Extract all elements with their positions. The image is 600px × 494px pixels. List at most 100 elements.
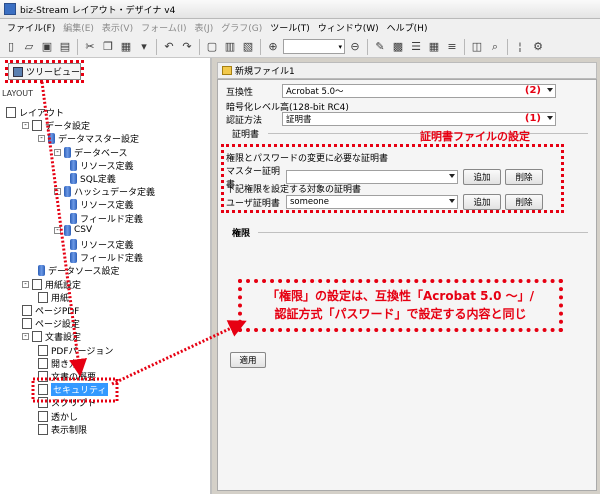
- tree-node[interactable]: 文書の概要: [38, 370, 96, 383]
- tree-node[interactable]: - 用紙設定: [22, 278, 81, 291]
- tree-node-label: 透かし: [51, 412, 79, 423]
- page-icon: [38, 291, 48, 303]
- master-delete-button[interactable]: 削除: [505, 169, 543, 185]
- page-icon[interactable]: ▢: [204, 39, 220, 55]
- settings-icon[interactable]: ⚙: [530, 39, 546, 55]
- tree-node[interactable]: PDFバージョン: [38, 344, 113, 357]
- tree-node[interactable]: リソース定義: [70, 159, 134, 172]
- user-cert-select[interactable]: someone: [286, 195, 458, 209]
- tree-node-label: データベース: [74, 148, 128, 159]
- tree-node[interactable]: - データマスター設定: [38, 132, 139, 145]
- copy-icon[interactable]: ❐: [100, 39, 116, 55]
- align-icon[interactable]: ☰: [408, 39, 424, 55]
- zoom-in-icon[interactable]: ⊕: [265, 39, 281, 55]
- page-icon: [38, 384, 48, 396]
- cert-callout: 証明書ファイルの設定: [420, 130, 530, 143]
- page-next-icon[interactable]: ▧: [240, 39, 256, 55]
- page-icon: [32, 278, 42, 290]
- db-icon: [70, 252, 77, 264]
- tree-node[interactable]: リソース定義: [70, 198, 134, 211]
- table-icon[interactable]: ▦: [426, 39, 442, 55]
- tree-node[interactable]: 透かし: [38, 410, 78, 423]
- menu-item[interactable]: 表示(V): [98, 21, 137, 34]
- tree-node[interactable]: 表示制限: [38, 423, 87, 436]
- tree-node[interactable]: ページPDF: [22, 304, 79, 317]
- search-icon[interactable]: ⌕: [487, 39, 503, 55]
- page-prev-icon[interactable]: ▥: [222, 39, 238, 55]
- tree-node[interactable]: 開き方: [38, 357, 78, 370]
- collapse-icon[interactable]: -: [54, 226, 61, 234]
- collapse-icon[interactable]: -: [22, 333, 29, 341]
- menu-item[interactable]: ヘルプ(H): [383, 21, 432, 34]
- tree-node[interactable]: - CSV: [54, 224, 92, 236]
- auth-annotation: (1): [524, 113, 541, 124]
- menu-item[interactable]: ツール(T): [266, 21, 314, 34]
- collapse-icon[interactable]: -: [22, 280, 29, 288]
- tree-node[interactable]: - 文書設定: [22, 330, 81, 343]
- auth-select[interactable]: 証明書 (1): [282, 112, 556, 126]
- cut-icon[interactable]: ✂: [82, 39, 98, 55]
- edit-icon[interactable]: ✎: [372, 39, 388, 55]
- grid-icon[interactable]: ▩: [390, 39, 406, 55]
- toolbar: ▯ ▱ ▣ ▤ ✂ ❐ ▦ ▾ ↶ ↷ ▢ ▥ ▧ ⊕ ▾ ⊖ ✎ ▩ ☰ ▦ …: [0, 36, 600, 58]
- preview-icon[interactable]: ◫: [469, 39, 485, 55]
- tree-node[interactable]: 用紙: [38, 291, 69, 304]
- document-tab-label: 新規ファイル1: [235, 67, 295, 77]
- tree-node[interactable]: レイアウト: [6, 106, 64, 119]
- collapse-icon[interactable]: -: [54, 188, 61, 196]
- open-folder-icon[interactable]: ▱: [21, 39, 37, 55]
- tree-node[interactable]: フィールド定義: [70, 212, 143, 225]
- perm-group-line: [258, 232, 588, 233]
- undo-icon[interactable]: ↶: [161, 39, 177, 55]
- master-add-button[interactable]: 追加: [463, 169, 501, 185]
- tree-tab-highlight: [5, 60, 84, 83]
- toolbar-separator: [367, 38, 368, 55]
- toolbar-separator: [156, 38, 157, 55]
- menu-item[interactable]: ウィンドウ(W): [314, 21, 383, 34]
- page-icon: [38, 344, 48, 356]
- tree-node[interactable]: スクリプト: [38, 396, 96, 409]
- menu-item[interactable]: グラフ(G): [217, 21, 266, 34]
- tree-node[interactable]: - ハッシュデータ定義: [54, 185, 155, 198]
- tree-root-header: LAYOUT: [2, 89, 33, 98]
- tree-node[interactable]: SQL定義: [70, 172, 116, 185]
- page-icon: [38, 397, 48, 409]
- tree-node-label: リソース定義: [80, 161, 134, 172]
- tree-node[interactable]: - データベース: [54, 146, 128, 159]
- tree-node[interactable]: ページ設定: [22, 317, 80, 330]
- tree-node-label: 文書の概要: [51, 373, 97, 383]
- tree-node[interactable]: フィールド定義: [70, 251, 143, 264]
- tree-node-selected[interactable]: セキュリティ: [38, 383, 109, 397]
- save-icon[interactable]: ▣: [39, 39, 55, 55]
- new-file-icon[interactable]: ▯: [3, 39, 19, 55]
- menu-item[interactable]: 編集(E): [59, 21, 98, 34]
- page-icon: [38, 423, 48, 435]
- paste-icon[interactable]: ▦: [118, 39, 134, 55]
- zoom-out-icon[interactable]: ⊖: [347, 39, 363, 55]
- tree-node[interactable]: - データ設定: [22, 119, 90, 132]
- save-all-icon[interactable]: ▤: [57, 39, 73, 55]
- zoom-select[interactable]: ▾: [283, 39, 345, 54]
- menu-item[interactable]: 表(J): [191, 21, 218, 34]
- apply-button[interactable]: 適用: [230, 352, 266, 368]
- user-add-button[interactable]: 追加: [463, 194, 501, 210]
- folder-icon: [32, 120, 42, 132]
- tree-node[interactable]: データソース設定: [38, 264, 120, 277]
- compat-select[interactable]: Acrobat 5.0～ (2): [282, 84, 556, 98]
- redo-icon[interactable]: ↷: [179, 39, 195, 55]
- document-tab[interactable]: 新規ファイル1: [217, 62, 597, 79]
- list-icon[interactable]: ≡: [444, 39, 460, 55]
- user-value: someone: [290, 197, 329, 207]
- collapse-icon[interactable]: -: [54, 148, 61, 156]
- tree-panel: ツリービュー LAYOUT レイアウト - データ設定 - データマスター設定 - データベ…: [0, 58, 212, 494]
- db-icon: [70, 239, 77, 250]
- menu-item[interactable]: フォーム(I): [137, 21, 190, 34]
- collapse-icon[interactable]: -: [38, 135, 45, 143]
- tree-node[interactable]: リソース定義: [70, 238, 134, 251]
- tool-icon[interactable]: ¦: [512, 39, 528, 55]
- delete-icon[interactable]: ▾: [136, 39, 152, 55]
- user-delete-button[interactable]: 削除: [505, 194, 543, 210]
- tree-node-label: ハッシュデータ定義: [74, 188, 156, 199]
- menu-item[interactable]: ファイル(F): [3, 21, 59, 34]
- collapse-icon[interactable]: -: [22, 122, 29, 130]
